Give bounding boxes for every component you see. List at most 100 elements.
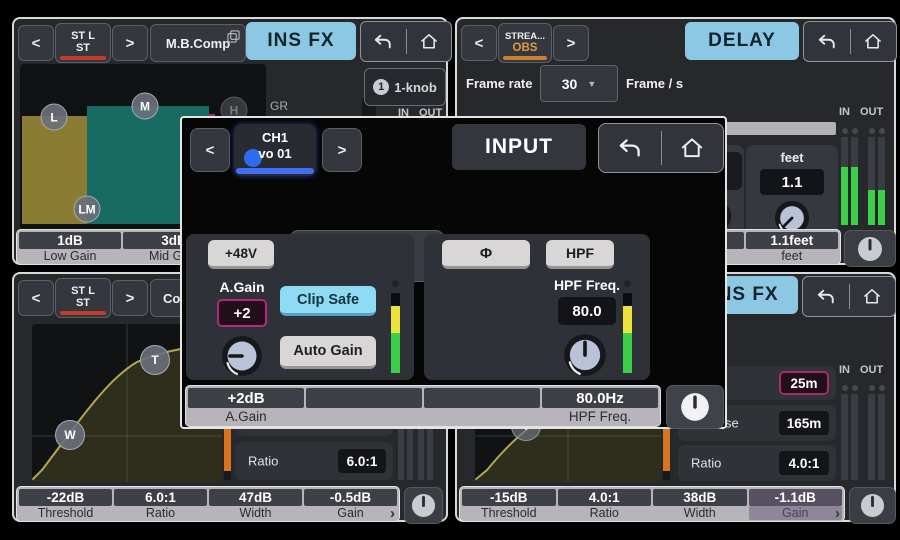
touch-knob-button[interactable]: [666, 385, 724, 429]
next-channel-button[interactable]: >: [112, 280, 148, 316]
frame-rate-dropdown[interactable]: 30 ▼: [540, 65, 618, 102]
phase-button[interactable]: Φ: [442, 240, 530, 269]
release-row-value[interactable]: 165m: [779, 411, 829, 435]
home-button[interactable]: [850, 277, 896, 316]
back-button[interactable]: [804, 22, 850, 61]
channel-tab[interactable]: STREA... OBS: [498, 23, 552, 63]
feet-value-box[interactable]: 1.1: [760, 169, 824, 195]
next-channel-button[interactable]: >: [112, 25, 148, 61]
out-meter: [868, 394, 875, 480]
inout-labels: IN OUT: [839, 364, 883, 376]
home-icon: [862, 287, 882, 306]
next-channel-button[interactable]: >: [322, 128, 362, 172]
meter-peak-dot: [852, 385, 858, 391]
out-label: OUT: [860, 106, 883, 118]
preamp-section: +48V A.Gain +2 Clip Safe Auto Gain: [186, 234, 414, 380]
param-label: Width: [653, 506, 747, 520]
prev-channel-button[interactable]: <: [18, 25, 54, 61]
out-meter: [878, 394, 885, 480]
mid-band-handle[interactable]: M: [132, 93, 159, 120]
channel-tab[interactable]: ST L ST: [55, 278, 111, 318]
param-value-gain: -1.1dB: [749, 489, 843, 506]
tab-underline-red: [60, 311, 106, 315]
ratio-row-value[interactable]: 6.0:1: [338, 449, 386, 473]
one-knob-label: 1-knob: [394, 80, 437, 95]
meter-peak-dot: [869, 128, 875, 134]
input-level-meter: [623, 293, 632, 373]
meter-peak-dot: [624, 280, 631, 287]
more-params-chevron-icon[interactable]: ›: [835, 507, 840, 520]
gr-label: GR: [270, 99, 288, 113]
out-meter: [868, 137, 875, 225]
home-button[interactable]: [662, 124, 724, 172]
param-label: feet: [746, 249, 839, 263]
next-channel-button[interactable]: >: [553, 25, 589, 61]
channel-tab-line2: ST: [76, 298, 90, 310]
param-value: 1dB: [19, 232, 121, 249]
in-meter: [841, 137, 848, 225]
one-knob-button[interactable]: 1 1-knob: [364, 68, 446, 106]
out-meter: [878, 137, 885, 225]
meter-peak-dot: [869, 385, 875, 391]
back-home-group: [360, 21, 452, 62]
attack-row-value[interactable]: 25m: [779, 371, 829, 395]
again-label: A.Gain: [210, 279, 274, 295]
tab-underline-orange: [503, 56, 547, 60]
in-label: IN: [839, 364, 850, 376]
home-button[interactable]: [851, 22, 897, 61]
prev-channel-button[interactable]: <: [461, 25, 497, 61]
param-label: [424, 408, 540, 424]
param-label: Ratio: [558, 506, 652, 520]
param-label: HPF Freq.: [542, 408, 658, 424]
touch-knob-button[interactable]: [849, 487, 896, 524]
again-knob[interactable]: [220, 334, 264, 378]
clip-safe-button[interactable]: Clip Safe: [280, 286, 376, 316]
param-summary-bar[interactable]: -15dB 4.0:1 38dB -1.1dB Threshold Ratio …: [459, 486, 845, 522]
frame-rate-value: 30: [562, 76, 578, 92]
ratio-row: Ratio 6.0:1: [235, 442, 393, 480]
hpf-freq-knob[interactable]: [562, 332, 608, 378]
param-summary-bar[interactable]: -22dB 6.0:1 47dB -0.5dB Threshold Ratio …: [16, 486, 400, 522]
threshold-handle[interactable]: T: [140, 345, 170, 375]
channel-select-button[interactable]: CH1 vo 01: [234, 124, 316, 176]
home-icon: [419, 32, 439, 51]
frame-rate-label: Frame rate: [466, 76, 532, 91]
phantom-48v-button[interactable]: +48V: [208, 240, 274, 269]
ratio-row-value[interactable]: 4.0:1: [779, 451, 829, 475]
param-label: [306, 408, 422, 424]
home-button[interactable]: [407, 22, 452, 61]
undo-arrow-icon: [815, 288, 837, 306]
param-label: Threshold: [19, 506, 112, 520]
again-value-box[interactable]: +2: [217, 299, 267, 327]
back-button[interactable]: [599, 124, 661, 172]
more-params-chevron-icon[interactable]: ›: [390, 507, 395, 520]
touch-knob-button[interactable]: [404, 487, 443, 524]
meter-peak-dot: [852, 128, 858, 134]
hpf-freq-label: HPF Freq.: [546, 277, 628, 293]
ratio-row-label: Ratio: [248, 454, 278, 469]
back-button[interactable]: [361, 22, 406, 61]
param-summary-bar[interactable]: +2dB 80.0Hz A.Gain HPF Freq.: [185, 385, 661, 427]
knob-icon: [680, 392, 710, 422]
param-value: 80.0Hz: [542, 388, 658, 408]
chevron-down-icon: ▼: [587, 79, 596, 89]
low-band-handle[interactable]: L: [41, 104, 68, 131]
param-label: Low Gain: [19, 249, 121, 263]
prev-channel-button[interactable]: <: [18, 280, 54, 316]
param-value: -0.5dB: [304, 489, 397, 506]
undo-arrow-icon: [372, 33, 394, 51]
tab-underline-red: [60, 56, 106, 60]
fx-name-button[interactable]: M.B.Comp: [150, 24, 246, 62]
touch-knob-button[interactable]: [844, 230, 896, 267]
knob-icon: [860, 493, 885, 518]
lowmid-crossover-handle[interactable]: LM: [74, 196, 101, 223]
auto-gain-button[interactable]: Auto Gain: [280, 336, 376, 369]
hpf-button[interactable]: HPF: [546, 240, 614, 269]
mixer-screen: < ST L ST > M.B.Comp INS FX: [0, 0, 900, 540]
hpf-freq-value-box[interactable]: 80.0: [558, 297, 616, 325]
width-handle[interactable]: W: [55, 420, 85, 450]
prev-channel-button[interactable]: <: [190, 128, 230, 172]
channel-tab[interactable]: ST L ST: [55, 23, 111, 63]
back-button[interactable]: [803, 277, 849, 316]
channel-tab-line1: STREA...: [505, 32, 545, 42]
